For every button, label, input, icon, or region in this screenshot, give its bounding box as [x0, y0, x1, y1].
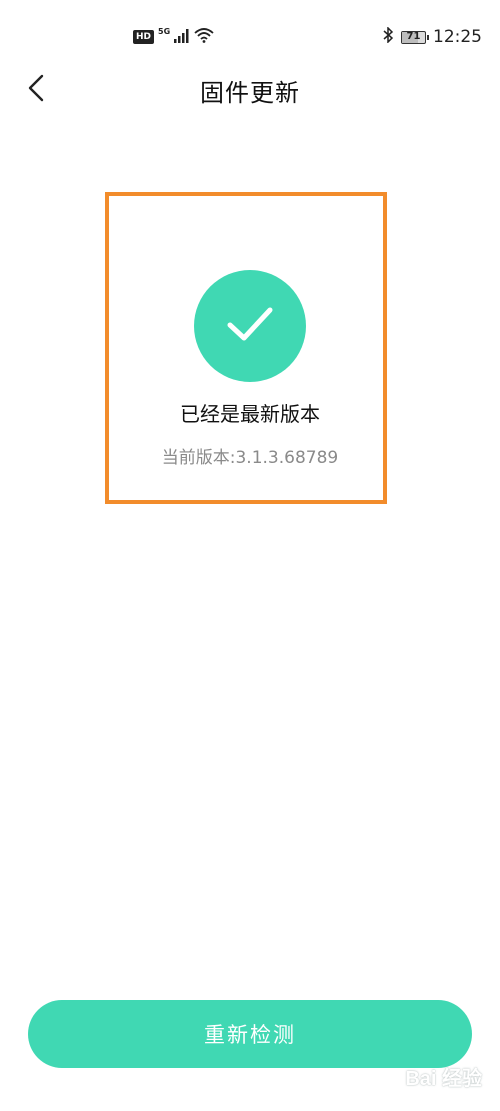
- success-badge: [194, 270, 306, 382]
- hd-badge: HD: [133, 30, 155, 44]
- signal-icon: [174, 28, 190, 47]
- watermark: Bai 经验: [405, 1062, 482, 1091]
- clock: 12:25: [433, 27, 482, 47]
- battery-icon: 71: [401, 30, 429, 44]
- status-bar-right: 71 12:25: [382, 25, 482, 48]
- current-version: 当前版本:3.1.3.68789: [161, 448, 339, 468]
- battery-tip: [427, 34, 429, 40]
- header: 固件更新: [0, 60, 500, 120]
- firmware-update-screen: HD 5G 71 12:25 固件更新 已经是最新版本 当前版本:3.1.3.6…: [0, 0, 500, 1111]
- status-title: 已经是最新版本: [180, 402, 320, 426]
- recheck-button[interactable]: 重新检测: [28, 1000, 472, 1068]
- wifi-icon: [194, 27, 214, 47]
- watermark-text: Bai 经验: [405, 1068, 482, 1090]
- check-icon: [225, 304, 275, 348]
- page-title: 固件更新: [200, 79, 300, 107]
- battery-level: 71: [406, 30, 421, 42]
- status-bar-left: HD 5G: [133, 26, 214, 48]
- bluetooth-icon: [382, 25, 394, 48]
- network-type: 5G: [158, 26, 171, 36]
